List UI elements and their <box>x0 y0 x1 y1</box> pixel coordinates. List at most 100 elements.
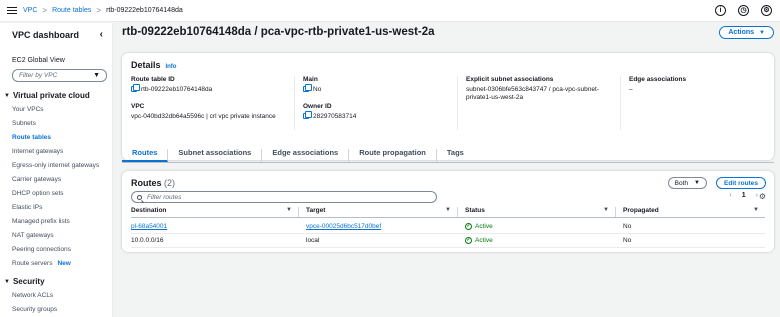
caret-down-icon: ▼ <box>93 72 100 79</box>
details-grid: Route table ID rtb-09222eb10764148da VPC… <box>131 76 765 130</box>
copy-icon[interactable] <box>303 111 312 119</box>
vpc-label: VPC <box>131 103 145 110</box>
sort-icon: ▼ <box>603 207 609 213</box>
sidebar-item-carrier-gateways[interactable]: Carrier gateways <box>12 176 112 184</box>
copy-icon[interactable] <box>131 84 140 92</box>
filter-routes-placeholder: Filter routes <box>147 193 182 201</box>
section-label: Virtual private cloud <box>12 91 90 100</box>
menu-icon[interactable] <box>7 6 17 15</box>
sidebar-item-dhcp-option-sets[interactable]: DHCP option sets <box>12 190 112 198</box>
owner-id-value: 282970583714 <box>303 111 449 121</box>
settings-icon[interactable]: ⚙ <box>761 5 772 16</box>
vpc-filter-placeholder: Filter by VPC <box>19 72 58 79</box>
section-label: Security <box>12 277 45 286</box>
caret-down-icon: ▼ <box>4 92 10 99</box>
tab-tags[interactable]: Tags <box>437 149 474 162</box>
copy-icon[interactable] <box>303 84 312 92</box>
explicit-associations-block: Explicit subnet associations subnet-0306… <box>466 76 612 102</box>
prev-page-icon[interactable]: ‹ <box>729 192 731 199</box>
caret-down-icon: ▼ <box>759 29 765 36</box>
next-page-icon[interactable]: › <box>756 192 758 199</box>
route-destination-link[interactable]: pl-68a54001 <box>131 223 299 230</box>
table-row: pl-68a54001 vpce-00025d6bc517d0bef ✓ Acti… <box>131 220 765 234</box>
tab-route-propagation[interactable]: Route propagation <box>349 149 437 162</box>
owner-id-text: 282970583714 <box>313 113 357 120</box>
route-status-text: Active <box>475 223 493 230</box>
sidebar-item-route-servers[interactable]: Route servers New <box>12 260 112 268</box>
table-header: Destination ▼ Target ▼ Status ▼ Propagated ▼ <box>131 207 765 218</box>
column-label: Status <box>465 207 485 214</box>
routes-count: (2) <box>164 178 176 188</box>
filter-routes-input[interactable]: Filter routes <box>131 191 437 203</box>
owner-id-label: Owner ID <box>303 103 332 110</box>
route-propagated: No <box>623 223 632 230</box>
routes-header: Routes (2) <box>131 178 175 188</box>
sidebar-item-network-acls[interactable]: Network ACLs <box>12 292 112 300</box>
column-header-status[interactable]: Status ▼ <box>458 207 616 217</box>
owner-block: Owner ID 282970583714 <box>303 103 449 121</box>
details-column: Explicit subnet associations subnet-0306… <box>457 76 620 130</box>
top-breadcrumb-bar: VPC > Route tables > rtb-09222eb10764148… <box>0 0 780 22</box>
column-header-propagated[interactable]: Propagated ▼ <box>616 207 765 217</box>
route-table-id-block: Route table ID rtb-09222eb10764148da <box>131 76 286 94</box>
vpc-filter-select[interactable]: Filter by VPC ▼ <box>12 69 107 82</box>
ec2-global-view-link[interactable]: EC2 Global View <box>12 57 112 64</box>
current-page[interactable]: 1 <box>742 192 746 199</box>
sidebar-item-security-groups[interactable]: Security groups <box>12 306 112 314</box>
main-block: Main No <box>303 76 449 94</box>
clock-icon[interactable]: ◷ <box>738 5 749 16</box>
tab-edge-associations[interactable]: Edge associations <box>262 149 350 162</box>
edge-associations-label: Edge associations <box>629 76 687 83</box>
table-row: 10.0.0.0/16 local ✓ Active No <box>131 234 765 248</box>
sidebar-item-route-tables[interactable]: Route tables <box>12 134 112 142</box>
column-header-target[interactable]: Target ▼ <box>299 207 458 217</box>
edge-associations-block: Edge associations – <box>629 76 757 94</box>
breadcrumb-vpc[interactable]: VPC <box>23 7 37 14</box>
vpc-link[interactable]: vpc-040bd32db64a5596c | crl vpc private … <box>131 113 281 121</box>
subnet-association-link[interactable]: subnet-0306bfe563c843747 / pca-vpc-subne… <box>466 86 616 102</box>
sidebar-item-subnets[interactable]: Subnets <box>12 120 112 128</box>
route-type-value: Both <box>674 179 689 187</box>
sidebar-item-nat-gateways[interactable]: NAT gateways <box>12 232 112 240</box>
collapse-icon[interactable]: ‹ <box>100 30 103 40</box>
details-column: Edge associations – <box>620 76 765 130</box>
sidebar-item-peering-connections[interactable]: Peering connections <box>12 246 112 254</box>
breadcrumb-separator: > <box>96 6 102 15</box>
route-status-text: Active <box>475 237 493 244</box>
success-icon: ✓ <box>465 223 472 230</box>
caret-down-icon: ▼ <box>694 180 700 186</box>
breadcrumb-separator: > <box>42 6 48 15</box>
sidebar-section-security[interactable]: ▼ Security <box>4 277 112 286</box>
routes-title: Routes <box>131 178 162 188</box>
sidebar-item-elastic-ips[interactable]: Elastic IPs <box>12 204 112 212</box>
sort-icon: ▼ <box>286 207 292 213</box>
sidebar-section-vpc[interactable]: ▼ Virtual private cloud <box>4 91 112 100</box>
breadcrumb-route-tables[interactable]: Route tables <box>52 7 91 14</box>
tab-routes[interactable]: Routes <box>122 149 169 162</box>
info-link[interactable]: Info <box>165 64 176 70</box>
route-target-link[interactable]: vpce-00025d6bc517d0bef <box>299 223 458 230</box>
sidebar-item-internet-gateways[interactable]: Internet gateways <box>12 148 112 156</box>
edit-routes-button[interactable]: Edit routes <box>716 177 766 189</box>
success-icon: ✓ <box>465 237 472 244</box>
column-header-destination[interactable]: Destination ▼ <box>131 207 299 217</box>
sidebar-item-your-vpcs[interactable]: Your VPCs <box>12 106 112 114</box>
actions-button[interactable]: Actions ▼ <box>719 26 774 39</box>
details-column: Route table ID rtb-09222eb10764148da VPC… <box>131 76 294 130</box>
table-settings-icon[interactable]: ⚙ <box>759 192 766 201</box>
tab-subnet-associations[interactable]: Subnet associations <box>168 149 263 162</box>
sidebar: VPC dashboard ‹ EC2 Global View Filter b… <box>0 23 113 317</box>
main-value: No <box>303 84 449 94</box>
sort-icon: ▼ <box>753 207 759 213</box>
sidebar-item-egress-only-gateways[interactable]: Egress-only internet gateways <box>12 162 112 170</box>
main-label: Main <box>303 76 318 83</box>
sidebar-item-managed-prefix-lists[interactable]: Managed prefix lists <box>12 218 112 226</box>
routes-panel: Routes (2) Both ▼ Edit routes Filter rou… <box>122 171 774 252</box>
column-label: Destination <box>131 207 167 214</box>
sidebar-title[interactable]: VPC dashboard <box>12 30 79 40</box>
vpc-block: VPC vpc-040bd32db64a5596c | crl vpc priv… <box>131 103 286 121</box>
info-icon[interactable]: i <box>715 5 726 16</box>
route-table-id-text: rtb-09222eb10764148da <box>141 86 213 93</box>
tab-bar: Routes Subnet associations Edge associat… <box>122 145 774 163</box>
route-type-select[interactable]: Both ▼ <box>667 177 707 189</box>
